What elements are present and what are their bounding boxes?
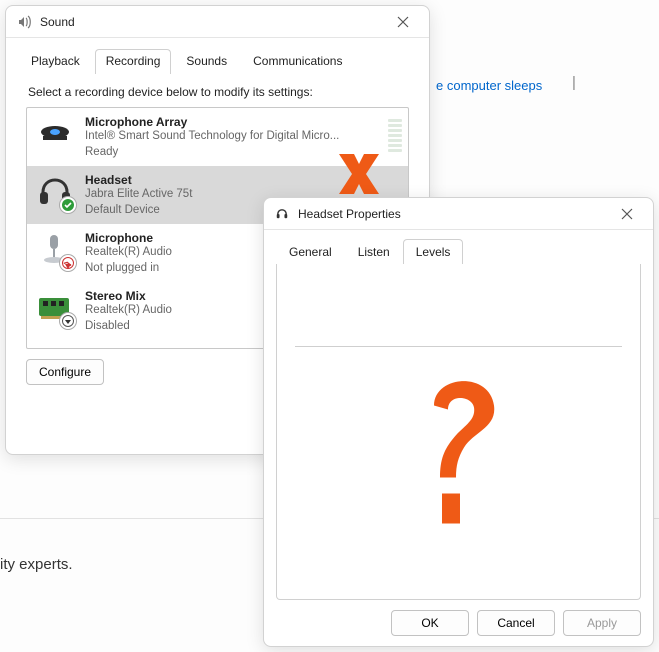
- tab-levels[interactable]: Levels: [403, 239, 464, 265]
- props-apply-button[interactable]: Apply: [563, 610, 641, 636]
- background-separator: |: [572, 74, 576, 91]
- tab-recording[interactable]: Recording: [95, 49, 172, 74]
- props-ok-button[interactable]: OK: [391, 610, 469, 636]
- default-check-icon: [59, 196, 77, 214]
- disabled-icon: [59, 312, 77, 330]
- levels-tab-panel: [276, 264, 641, 600]
- levels-separator: [295, 346, 622, 347]
- tab-playback[interactable]: Playback: [20, 49, 91, 74]
- device-title: Microphone Array: [85, 115, 402, 129]
- props-tabs: General Listen Levels: [264, 230, 653, 264]
- props-cancel-button[interactable]: Cancel: [477, 610, 555, 636]
- device-title: Headset: [85, 173, 402, 187]
- device-sub: Intel® Smart Sound Technology for Digita…: [85, 129, 402, 145]
- props-titlebar[interactable]: Headset Properties: [264, 198, 653, 230]
- level-meter-icon: [388, 114, 402, 152]
- webcam-mic-icon: [35, 114, 75, 154]
- tab-communications[interactable]: Communications: [242, 49, 353, 74]
- headset-icon: [35, 172, 75, 212]
- sound-title-icon: [16, 14, 32, 30]
- props-title: Headset Properties: [298, 207, 609, 221]
- tab-general[interactable]: General: [276, 239, 345, 265]
- recording-instruction: Select a recording device below to modif…: [28, 85, 407, 99]
- sound-tabs: Playback Recording Sounds Communications: [6, 42, 429, 73]
- sound-title: Sound: [40, 15, 385, 29]
- tab-sounds[interactable]: Sounds: [175, 49, 238, 74]
- headset-properties-dialog: Headset Properties General Listen Levels…: [263, 197, 654, 647]
- background-link-sleep[interactable]: e computer sleeps: [436, 78, 542, 93]
- device-status: Ready: [85, 145, 402, 161]
- annotation-question-mark-icon: [404, 365, 514, 538]
- unplugged-icon: [59, 254, 77, 272]
- desk-mic-icon: [35, 230, 75, 270]
- device-row-mic-array[interactable]: Microphone Array Intel® Smart Sound Tech…: [27, 108, 408, 166]
- background-text-experts: ity experts.: [0, 556, 73, 573]
- sound-card-icon: [35, 288, 75, 328]
- props-title-icon: [274, 206, 290, 222]
- sound-titlebar[interactable]: Sound: [6, 6, 429, 38]
- tab-listen[interactable]: Listen: [345, 239, 403, 265]
- sound-close-button[interactable]: [385, 8, 421, 36]
- configure-button[interactable]: Configure: [26, 359, 104, 385]
- props-close-button[interactable]: [609, 200, 645, 228]
